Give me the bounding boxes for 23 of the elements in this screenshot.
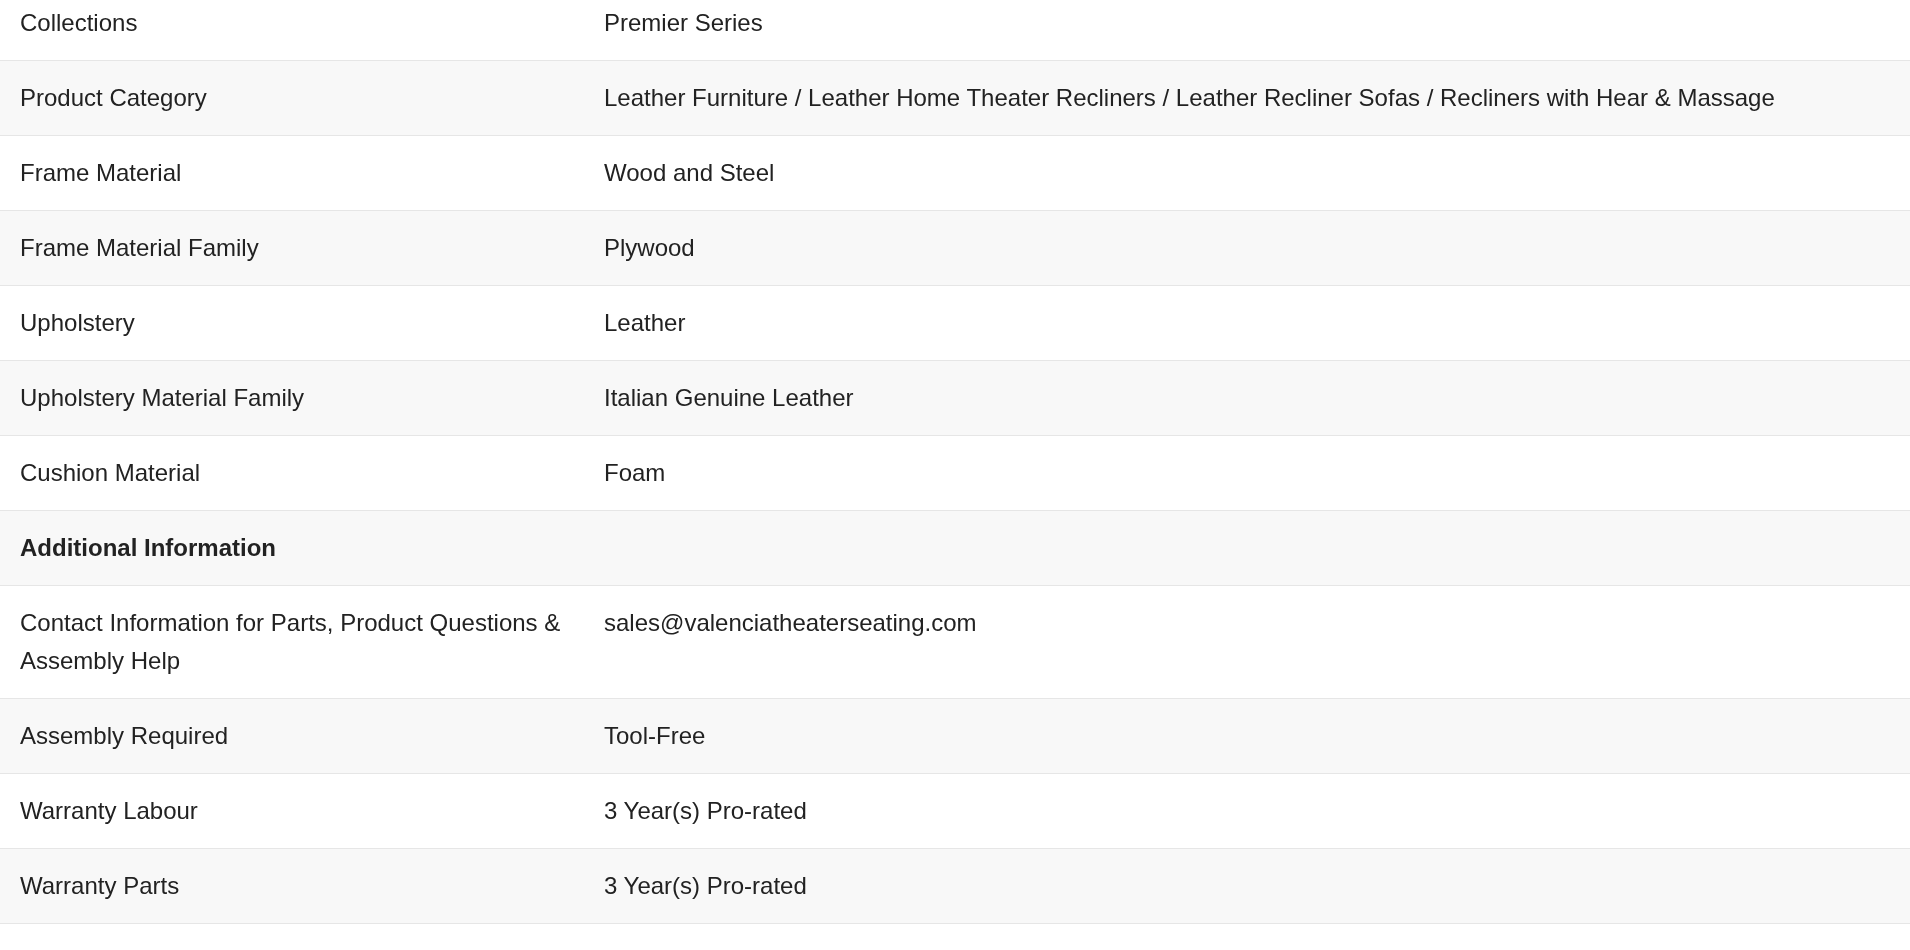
spec-label: Warranty Labour bbox=[19, 796, 199, 826]
spec-value: sales@valenciatheaterseating.com bbox=[604, 608, 978, 638]
spec-label: Collections bbox=[19, 8, 139, 38]
spec-label: Contact Information for Parts, Product Questions & Assembly Help bbox=[19, 608, 562, 676]
spec-value: Leather bbox=[604, 308, 687, 338]
spec-label: Warranty Parts bbox=[19, 871, 181, 901]
spec-value: Foam bbox=[604, 458, 667, 488]
spec-label: Product Category bbox=[19, 83, 208, 113]
spec-value: Wood and Steel bbox=[604, 158, 776, 188]
spec-label: Frame Material Family bbox=[19, 233, 260, 263]
spec-label: Upholstery Material Family bbox=[19, 383, 306, 413]
spec-value: 3 Year(s) Pro-rated bbox=[604, 796, 808, 826]
spec-value: Premier Series bbox=[604, 8, 764, 38]
spec-label: Assembly Required bbox=[19, 721, 230, 751]
spec-value: 3 Year(s) Pro-rated bbox=[604, 871, 808, 901]
spec-value: Tool-Free bbox=[604, 721, 707, 751]
spec-value: Leather Furniture / Leather Home Theater Recliners / Leather Recliner Sofas / Recliners with Hear & Massage bbox=[604, 83, 1776, 113]
spec-label: Cushion Material bbox=[19, 458, 202, 488]
spec-value: Plywood bbox=[604, 233, 696, 263]
spec-label: Upholstery bbox=[19, 308, 136, 338]
spec-value: Italian Genuine Leather bbox=[604, 383, 855, 413]
spec-label: Frame Material bbox=[19, 158, 183, 188]
section-heading: Additional Information bbox=[19, 533, 276, 563]
